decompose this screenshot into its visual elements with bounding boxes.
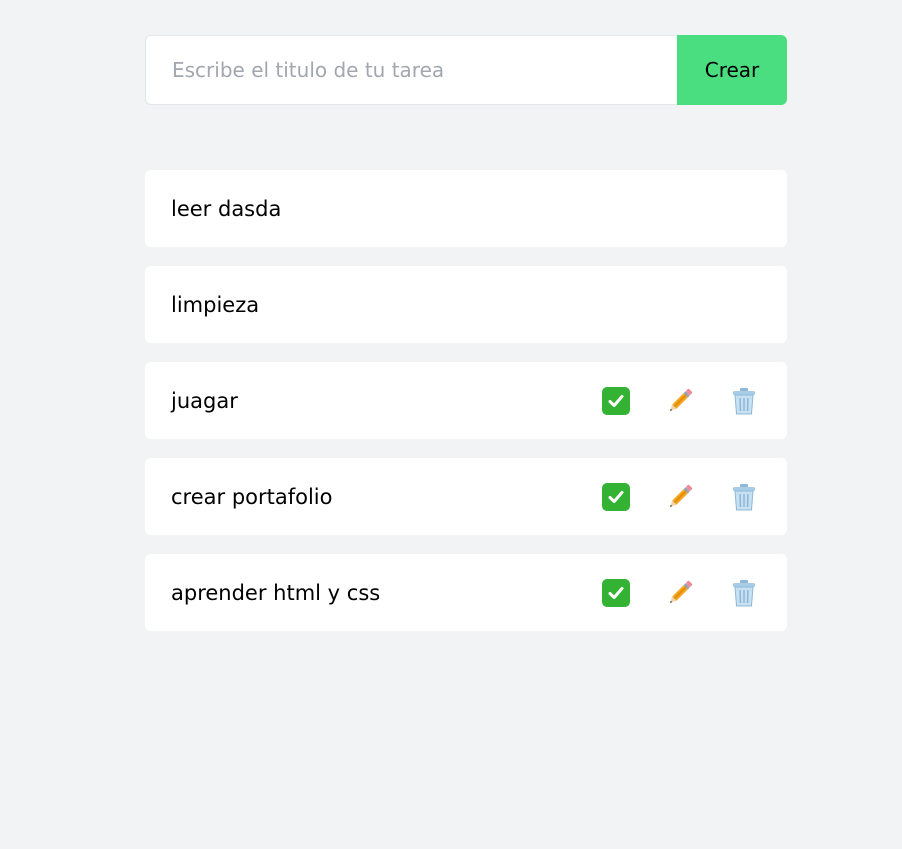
task-actions	[599, 480, 761, 514]
task-title: limpieza	[171, 292, 260, 317]
task-item: leer dasda	[145, 170, 787, 247]
task-actions	[599, 384, 761, 418]
edit-button[interactable]	[663, 384, 697, 418]
task-title: juagar	[171, 388, 238, 413]
delete-button[interactable]	[727, 576, 761, 610]
todo-app: Crear leer dasda limpieza juagar	[0, 0, 902, 849]
task-item: aprender html y css	[145, 554, 787, 631]
create-task-form: Crear	[145, 35, 787, 105]
delete-button[interactable]	[727, 480, 761, 514]
create-button[interactable]: Crear	[677, 35, 787, 105]
task-actions	[599, 576, 761, 610]
task-item: juagar	[145, 362, 787, 439]
task-item: crear portafolio	[145, 458, 787, 535]
task-title-input[interactable]	[145, 35, 677, 105]
check-mark-button-icon	[602, 578, 630, 607]
check-mark-button-icon	[602, 482, 630, 511]
pencil-icon	[670, 580, 693, 603]
task-title: leer dasda	[171, 196, 282, 221]
complete-button[interactable]	[599, 384, 633, 418]
task-title: aprender html y css	[171, 580, 381, 605]
edit-button[interactable]	[663, 576, 697, 610]
check-mark-button-icon	[602, 386, 630, 415]
complete-button[interactable]	[599, 480, 633, 514]
task-title: crear portafolio	[171, 484, 333, 509]
pencil-icon	[670, 484, 693, 507]
trash-can-icon	[733, 579, 755, 606]
task-list: leer dasda limpieza juagar crear portafo…	[145, 170, 787, 650]
task-item: limpieza	[145, 266, 787, 343]
delete-button[interactable]	[727, 384, 761, 418]
trash-can-icon	[733, 483, 755, 510]
trash-can-icon	[733, 387, 755, 414]
pencil-icon	[670, 388, 693, 411]
complete-button[interactable]	[599, 576, 633, 610]
edit-button[interactable]	[663, 480, 697, 514]
